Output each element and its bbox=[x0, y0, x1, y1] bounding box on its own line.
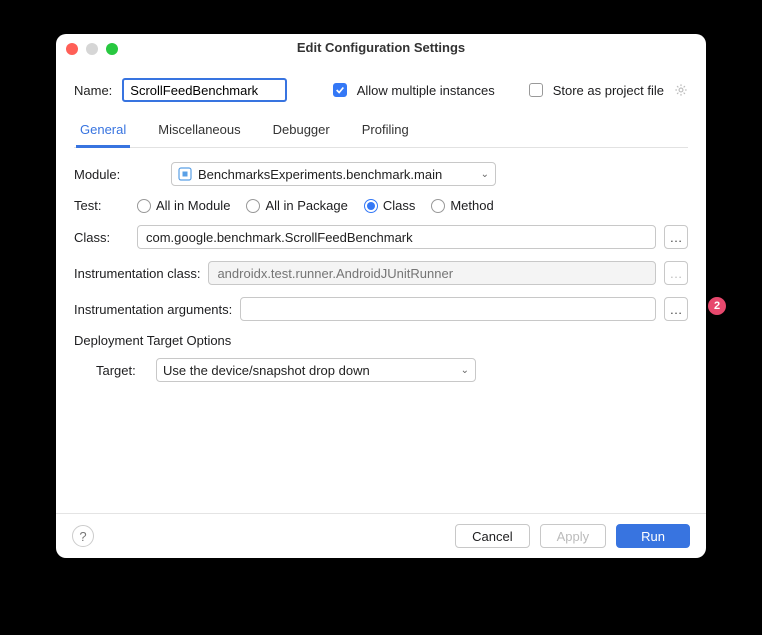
target-row: Target: Use the device/snapshot drop dow… bbox=[74, 358, 688, 382]
radio-method-label: Method bbox=[450, 198, 493, 213]
radio-all-module-label: All in Module bbox=[156, 198, 230, 213]
name-label: Name: bbox=[74, 83, 112, 98]
name-row: Name: Allow multiple instances Store as … bbox=[74, 78, 688, 102]
radio-all-package[interactable]: All in Package bbox=[246, 198, 347, 213]
zoom-icon[interactable] bbox=[106, 43, 118, 55]
module-label: Module: bbox=[74, 167, 129, 182]
instr-args-label: Instrumentation arguments: bbox=[74, 302, 232, 317]
test-radio-group: All in Module All in Package Class Metho… bbox=[137, 198, 494, 213]
tab-debugger[interactable]: Debugger bbox=[269, 116, 334, 147]
instr-class-row: Instrumentation class: … bbox=[74, 261, 688, 285]
module-value: BenchmarksExperiments.benchmark.main bbox=[198, 167, 442, 182]
module-icon bbox=[178, 167, 192, 181]
class-browse-button[interactable]: … bbox=[664, 225, 688, 249]
allow-multiple-label: Allow multiple instances bbox=[357, 83, 495, 98]
cancel-button[interactable]: Cancel bbox=[455, 524, 529, 548]
class-row: Class: … bbox=[74, 225, 688, 249]
run-button[interactable]: Run bbox=[616, 524, 690, 548]
tab-miscellaneous[interactable]: Miscellaneous bbox=[154, 116, 244, 147]
notification-badge[interactable]: 2 bbox=[708, 297, 726, 315]
radio-method[interactable]: Method bbox=[431, 198, 493, 213]
gear-icon[interactable] bbox=[674, 83, 688, 97]
minimize-icon bbox=[86, 43, 98, 55]
instr-class-input bbox=[208, 261, 656, 285]
tab-profiling[interactable]: Profiling bbox=[358, 116, 413, 147]
titlebar: Edit Configuration Settings bbox=[56, 34, 706, 62]
deployment-section-title: Deployment Target Options bbox=[74, 333, 688, 348]
chevron-down-icon: ⌄ bbox=[481, 169, 489, 180]
store-project-label: Store as project file bbox=[553, 83, 664, 98]
apply-button: Apply bbox=[540, 524, 607, 548]
instr-args-browse-button[interactable]: … bbox=[664, 297, 688, 321]
target-label: Target: bbox=[96, 363, 146, 378]
instr-args-input[interactable] bbox=[240, 297, 656, 321]
radio-class-label: Class bbox=[383, 198, 416, 213]
tab-general[interactable]: General bbox=[76, 116, 130, 148]
name-input[interactable] bbox=[122, 78, 287, 102]
test-row: Test: All in Module All in Package Class… bbox=[74, 198, 688, 213]
close-icon[interactable] bbox=[66, 43, 78, 55]
module-row: Module: BenchmarksExperiments.benchmark.… bbox=[74, 162, 688, 186]
store-project-checkbox[interactable] bbox=[529, 83, 543, 97]
class-input[interactable] bbox=[137, 225, 656, 249]
target-value: Use the device/snapshot drop down bbox=[163, 363, 370, 378]
dialog-window: Edit Configuration Settings Name: Allow … bbox=[56, 34, 706, 558]
radio-all-package-label: All in Package bbox=[265, 198, 347, 213]
radio-class[interactable]: Class bbox=[364, 198, 416, 213]
instr-class-label: Instrumentation class: bbox=[74, 266, 200, 281]
instr-class-browse-button: … bbox=[664, 261, 688, 285]
help-button[interactable]: ? bbox=[72, 525, 94, 547]
class-label: Class: bbox=[74, 230, 129, 245]
allow-multiple-checkbox[interactable] bbox=[333, 83, 347, 97]
tabs: General Miscellaneous Debugger Profiling bbox=[74, 116, 688, 147]
test-label: Test: bbox=[74, 198, 129, 213]
dialog-footer: ? Cancel Apply Run bbox=[56, 513, 706, 558]
dialog-title: Edit Configuration Settings bbox=[56, 33, 706, 63]
dialog-content: Name: Allow multiple instances Store as … bbox=[56, 62, 706, 513]
tab-separator bbox=[74, 147, 688, 148]
radio-all-module[interactable]: All in Module bbox=[137, 198, 230, 213]
instr-args-row: Instrumentation arguments: … bbox=[74, 297, 688, 321]
target-select[interactable]: Use the device/snapshot drop down ⌄ bbox=[156, 358, 476, 382]
module-select[interactable]: BenchmarksExperiments.benchmark.main ⌄ bbox=[171, 162, 496, 186]
window-controls bbox=[66, 43, 118, 55]
chevron-down-icon: ⌄ bbox=[461, 365, 469, 376]
